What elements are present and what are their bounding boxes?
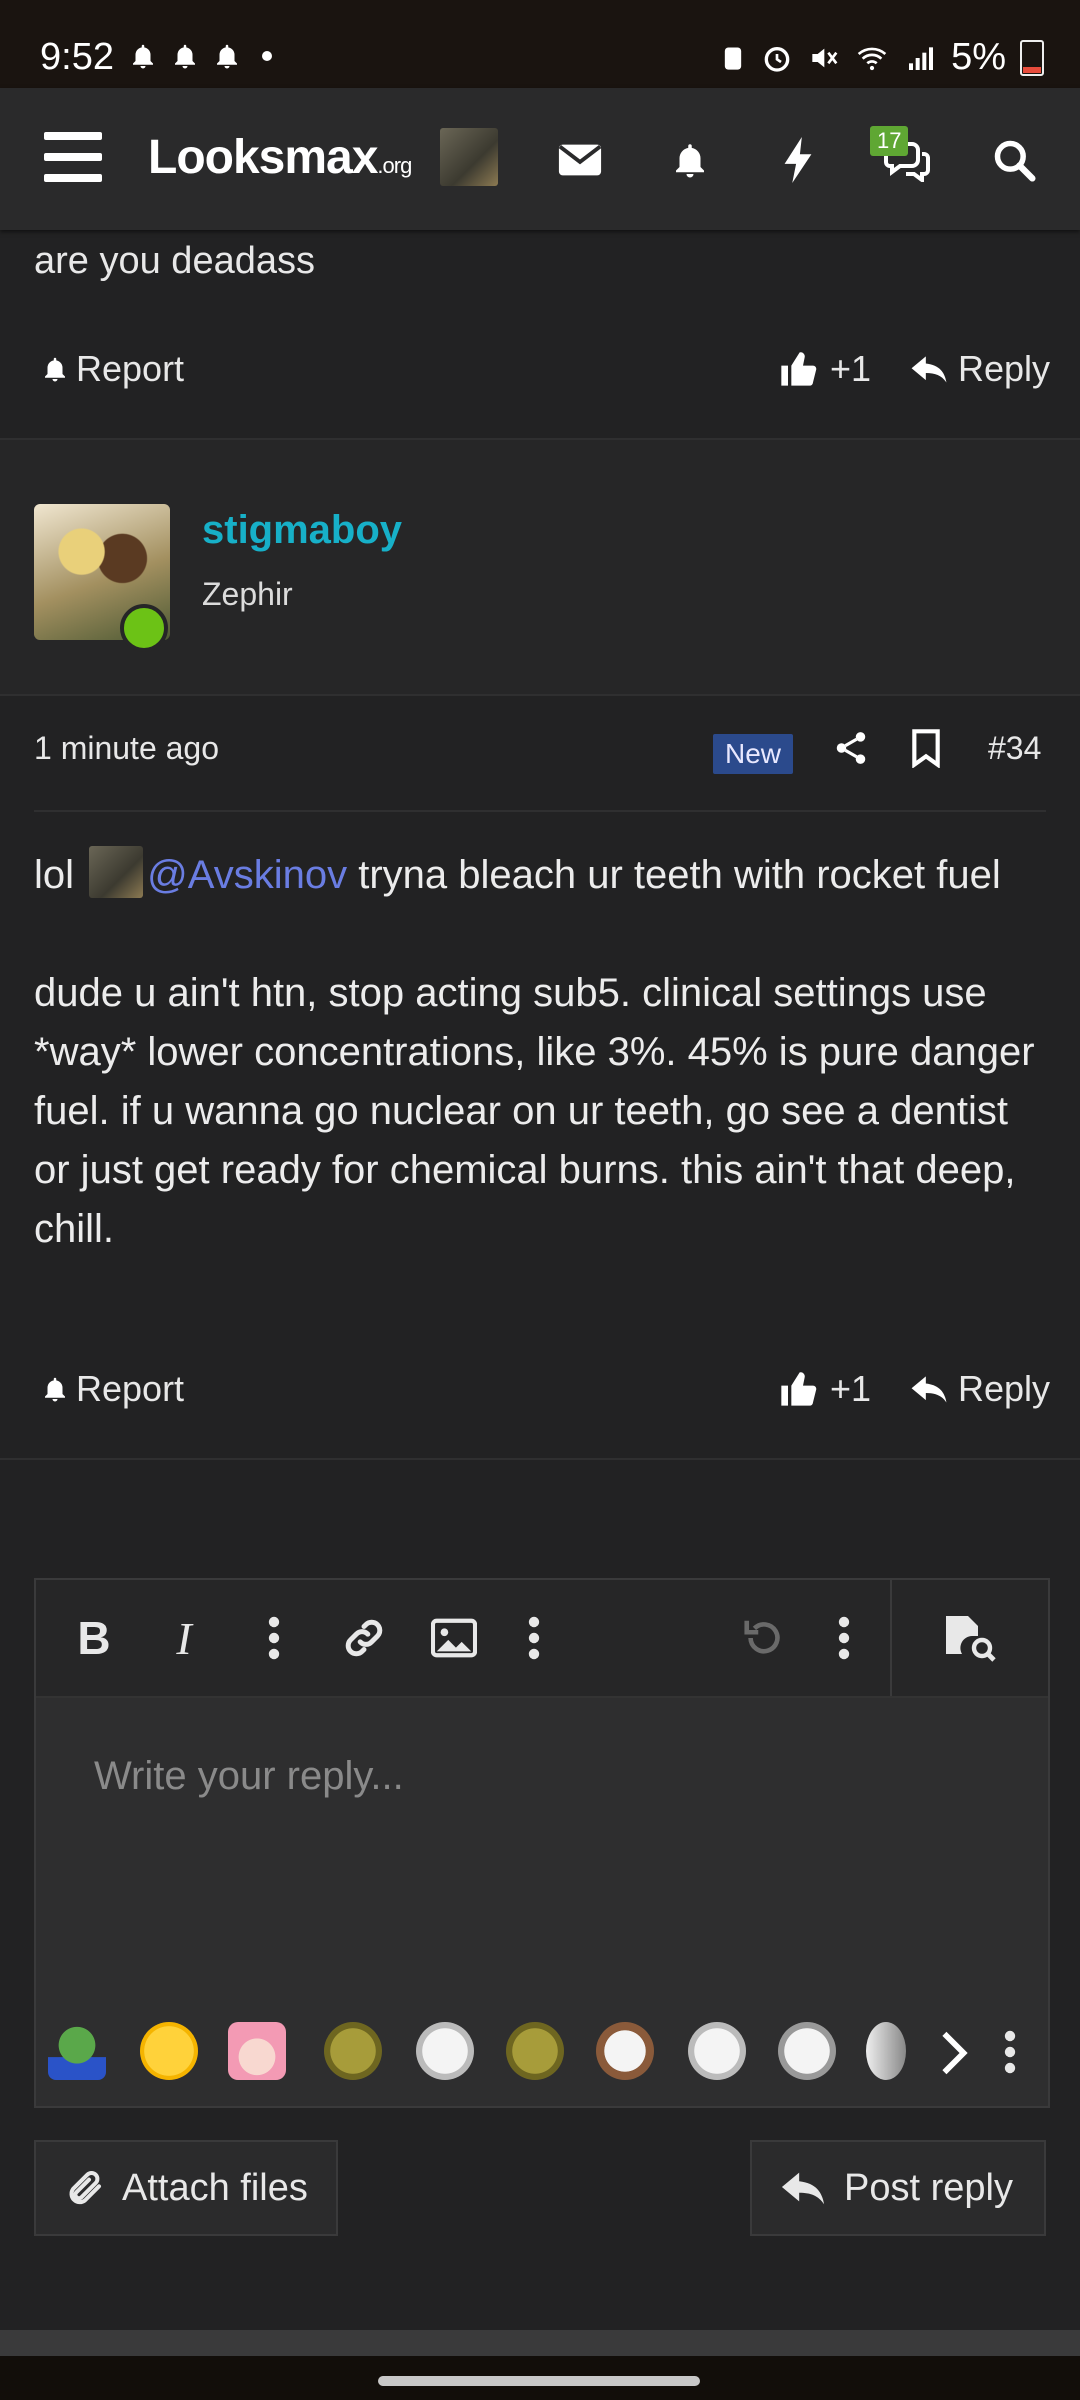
more-icon[interactable] xyxy=(246,1610,302,1666)
emoji-glasses-wojak[interactable] xyxy=(866,2022,906,2080)
battery-percent: 5% xyxy=(951,36,1006,78)
conversations-badge: 17 xyxy=(870,126,909,156)
undo-icon[interactable] xyxy=(736,1610,792,1666)
reply-input[interactable]: Write your reply... xyxy=(94,1754,404,1799)
user-mention[interactable]: @Avskinov xyxy=(147,853,347,897)
thumbs-up-icon xyxy=(781,1372,817,1406)
emoji-shrek[interactable] xyxy=(506,2022,564,2080)
emoji-pepe[interactable] xyxy=(48,2022,106,2080)
italic-icon[interactable]: I xyxy=(156,1610,212,1666)
divider xyxy=(0,1458,1080,1460)
image-icon[interactable] xyxy=(426,1610,482,1666)
status-time: 9:52 xyxy=(40,36,114,78)
alerts-icon[interactable] xyxy=(662,132,718,188)
more-icon[interactable] xyxy=(1004,2030,1016,2074)
reply-icon xyxy=(911,356,947,383)
emoji-anime-girl[interactable] xyxy=(228,2022,286,2080)
reply-icon xyxy=(911,1376,947,1403)
inbox-icon[interactable] xyxy=(552,132,608,188)
report-button[interactable]: Report xyxy=(40,1368,184,1410)
signal-icon xyxy=(909,46,934,70)
notification-bell-icon xyxy=(133,44,153,69)
previous-post-text: are you deadass xyxy=(34,240,315,282)
status-bar: 9:52 5% xyxy=(0,0,1080,88)
online-indicator xyxy=(120,604,168,652)
post-time[interactable]: 1 minute ago xyxy=(34,730,219,767)
poster-title: Zephir xyxy=(202,576,293,612)
divider xyxy=(0,694,1080,696)
reply-editor: B I Write your reply... xyxy=(34,1578,1050,2108)
divider xyxy=(34,810,1046,812)
emoji-bar xyxy=(36,2008,1048,2098)
app-header: Looksmax.org 17 xyxy=(0,88,1080,230)
toolbar-divider xyxy=(890,1580,892,1696)
post-user-block: stigmaboy Zephir xyxy=(0,440,1080,694)
alarm-icon xyxy=(764,46,790,72)
chevron-right-icon[interactable] xyxy=(940,2030,968,2076)
notification-icons xyxy=(128,40,272,72)
reply-button[interactable]: Reply xyxy=(910,348,1050,390)
editor-toolbar: B I xyxy=(36,1580,1048,1698)
battery-icon xyxy=(1020,39,1044,76)
emoji-laughing[interactable] xyxy=(140,2022,198,2080)
battery-saver-icon xyxy=(724,47,742,70)
thumbs-up-icon xyxy=(781,352,817,386)
dot-icon xyxy=(262,51,272,61)
emoji-wojak[interactable] xyxy=(778,2022,836,2080)
emoji-crying-wojak[interactable] xyxy=(596,2022,654,2080)
bell-icon xyxy=(45,357,65,382)
link-icon[interactable] xyxy=(336,1610,392,1666)
post-body: lol @Avskinov tryna bleach ur teeth with… xyxy=(34,846,1054,1259)
bold-icon[interactable]: B xyxy=(66,1610,122,1666)
previous-post-actions: Report +1 Reply xyxy=(0,338,1080,398)
more-icon[interactable] xyxy=(816,1610,872,1666)
post-actions: Report +1 Reply xyxy=(0,1358,1080,1418)
attach-files-button[interactable]: Attach files xyxy=(34,2140,338,2236)
site-logo[interactable]: Looksmax.org xyxy=(148,130,412,185)
notification-bell-icon xyxy=(175,44,195,69)
page-footer-strip xyxy=(0,2330,1080,2356)
report-button[interactable]: Report xyxy=(40,348,184,390)
like-button[interactable]: +1 xyxy=(778,1368,871,1410)
reply-button[interactable]: Reply xyxy=(910,1368,1050,1410)
share-icon[interactable] xyxy=(832,728,870,768)
whats-new-icon[interactable] xyxy=(770,132,826,188)
paperclip-icon xyxy=(69,2171,101,2205)
search-icon[interactable] xyxy=(986,132,1042,188)
post-reply-button[interactable]: Post reply xyxy=(750,2140,1046,2236)
emoji-shrek[interactable] xyxy=(324,2022,382,2080)
menu-icon[interactable] xyxy=(44,132,102,182)
emoji-wojak[interactable] xyxy=(416,2022,474,2080)
preview-icon[interactable] xyxy=(942,1610,998,1666)
reply-icon xyxy=(781,2172,825,2205)
bell-icon xyxy=(45,1377,65,1402)
new-badge: New xyxy=(713,734,794,774)
wifi-icon xyxy=(857,47,887,70)
more-icon[interactable] xyxy=(506,1610,562,1666)
notification-bell-icon xyxy=(217,44,237,69)
mute-icon xyxy=(812,48,838,67)
bookmark-icon[interactable] xyxy=(910,728,942,768)
like-button[interactable]: +1 xyxy=(778,348,871,390)
mention-avatar xyxy=(89,846,144,898)
post-paragraph: dude u ain't htn, stop acting sub5. clin… xyxy=(34,971,1035,1251)
post-number[interactable]: #34 xyxy=(988,730,1041,767)
user-avatar[interactable] xyxy=(440,128,498,186)
home-gesture-bar[interactable] xyxy=(378,2376,700,2386)
poster-username[interactable]: stigmaboy xyxy=(202,508,402,553)
emoji-wojak[interactable] xyxy=(688,2022,746,2080)
system-nav-bar xyxy=(0,2356,1080,2400)
system-icons: 5% xyxy=(719,36,1044,79)
